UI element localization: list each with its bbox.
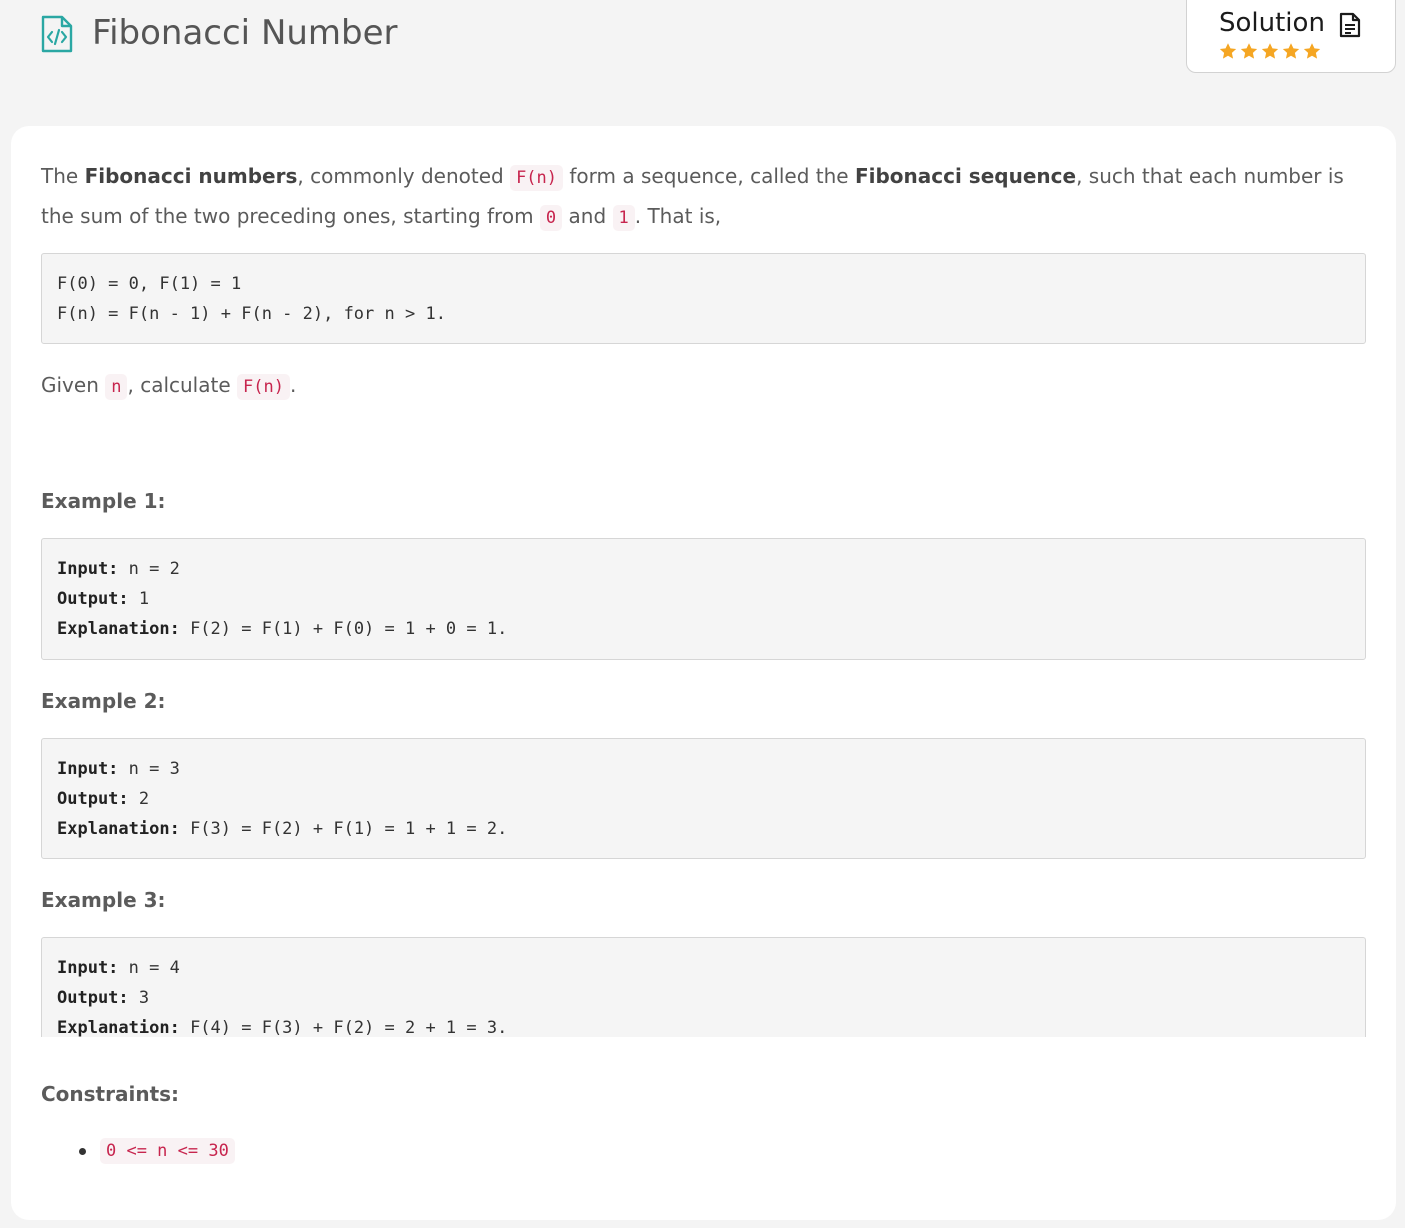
explanation-value: F(2) = F(1) + F(0) = 1 + 0 = 1. [179,619,508,639]
example-2-code-block: Input: n = 3 Output: 2 Explanation: F(3) =… [41,738,1366,859]
star-icon [1261,43,1279,59]
example-output-line: Output: 3 [57,983,1350,1013]
example-2-heading: Example 2: [41,689,166,713]
given-text: , calculate [127,373,237,397]
problem-header: Fibonacci Number Solution [0,0,1405,110]
input-value: n = 2 [118,559,180,579]
intro-text: The [41,164,85,188]
constraint-item: 0 <= n <= 30 [41,1134,235,1168]
example-explanation-line: Explanation: F(4) = F(3) + F(2) = 2 + 1 … [57,1013,1350,1037]
intro-text: . That is, [634,204,722,228]
definition-code-block: F(0) = 0, F(1) = 1 F(n) = F(n - 1) + F(n … [41,253,1366,344]
definition-line: F(n) = F(n - 1) + F(n - 2), for n > 1. [57,304,446,324]
example-3-heading: Example 3: [41,888,166,912]
example-input-line: Input: n = 4 [57,953,1350,983]
output-label: Output: [57,789,129,809]
given-text: Given [41,373,106,397]
inline-code: n [105,374,128,400]
rating-stars [1218,42,1322,61]
star-icon [1240,43,1258,59]
inline-code: F(n) [237,374,290,400]
intro-text: form a sequence, called the [563,164,855,188]
solution-button[interactable]: Solution [1186,0,1396,73]
output-value: 2 [128,789,150,809]
constraints-heading: Constraints: [41,1082,180,1106]
example-input-line: Input: n = 3 [57,754,1350,784]
example-1-code-block: Input: n = 2 Output: 1 Explanation: F(2) =… [41,538,1366,660]
intro-text: and [562,204,613,228]
star-icon [1303,43,1321,59]
intro-paragraph: The Fibonacci numbers, commonly denoted … [41,157,1371,237]
output-label: Output: [57,988,129,1008]
example-3-code-block: Input: n = 4 Output: 3 Explanation: F(4) =… [41,937,1366,1037]
given-paragraph: Given n, calculate F(n). [41,366,296,406]
inline-code: 1 [612,205,635,231]
inline-code: F(n) [510,165,564,191]
output-value: 1 [128,589,150,609]
input-value: n = 3 [118,759,180,779]
given-text: . [289,373,297,397]
example-output-line: Output: 1 [57,584,1350,614]
intro-bold-term: Fibonacci sequence [854,164,1077,188]
explanation-label: Explanation: [57,819,180,839]
inline-code: 0 [539,205,563,231]
example-output-line: Output: 2 [57,784,1350,814]
intro-text: , commonly denoted [297,164,511,188]
page-title: Fibonacci Number [92,13,398,53]
input-label: Input: [57,958,119,978]
output-value: 3 [128,988,150,1008]
solution-label: Solution [1219,8,1325,38]
explanation-value: F(4) = F(3) + F(2) = 2 + 1 = 3. [179,1018,508,1037]
input-label: Input: [57,759,119,779]
document-icon [1339,12,1361,38]
star-icon [1219,43,1237,59]
constraint-code: 0 <= n <= 30 [100,1138,235,1164]
explanation-label: Explanation: [57,619,180,639]
star-icon [1282,43,1300,59]
example-explanation-line: Explanation: F(2) = F(1) + F(0) = 1 + 0 … [57,614,1350,644]
example-explanation-line: Explanation: F(3) = F(2) + F(1) = 1 + 1 … [57,814,1350,844]
example-input-line: Input: n = 2 [57,554,1350,584]
explanation-label: Explanation: [57,1018,180,1037]
code-file-icon [41,15,73,53]
example-1-heading: Example 1: [41,489,166,513]
definition-line: F(0) = 0, F(1) = 1 [57,274,242,294]
constraints-list: 0 <= n <= 30 [41,1134,235,1168]
problem-description: The Fibonacci numbers, commonly denoted … [11,126,1396,1220]
intro-bold-term: Fibonacci numbers [84,164,298,188]
output-label: Output: [57,589,129,609]
explanation-value: F(3) = F(2) + F(1) = 1 + 1 = 2. [179,819,508,839]
input-label: Input: [57,559,119,579]
input-value: n = 4 [118,958,180,978]
